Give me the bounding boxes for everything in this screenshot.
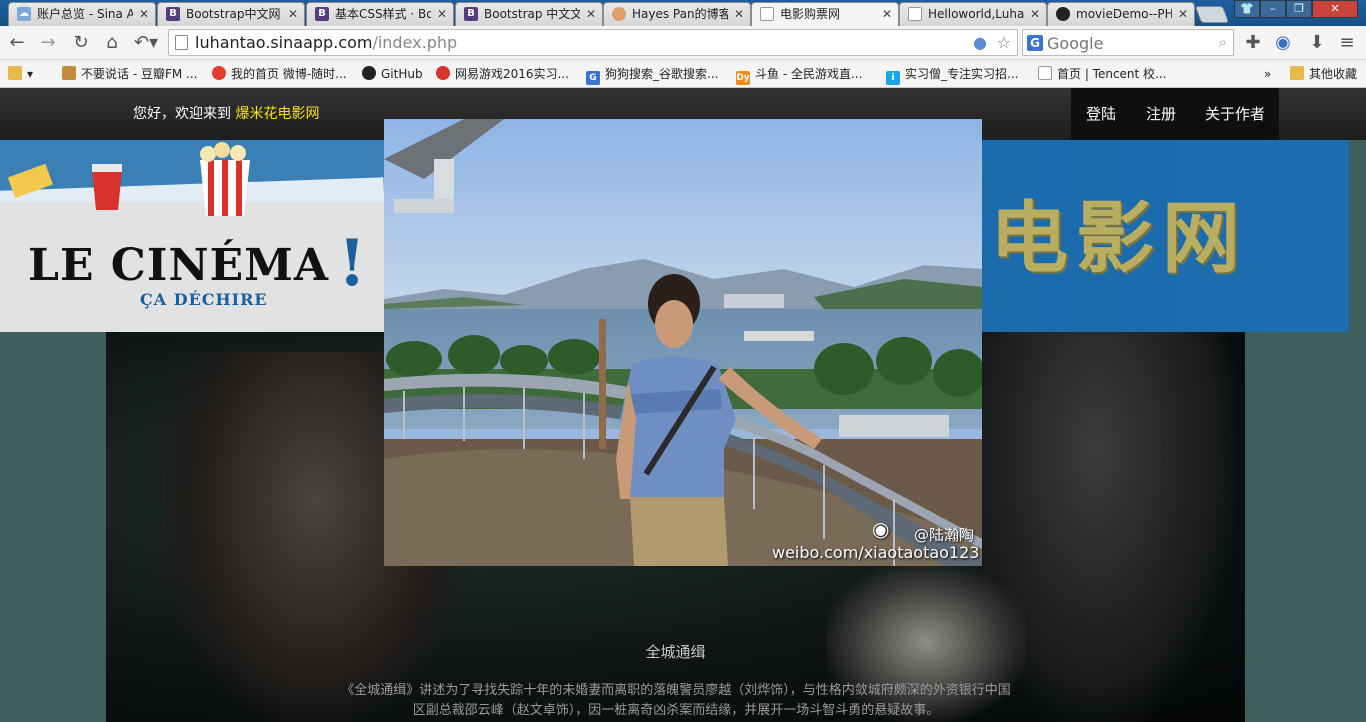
popcorn-illustration <box>7 142 250 216</box>
browser-tab[interactable]: Helloworld,Luha ✕ <box>899 2 1047 26</box>
tab-title: Helloworld,Luha <box>928 7 1024 21</box>
home-icon[interactable]: ⌂ <box>101 32 123 54</box>
back-icon[interactable]: ← <box>6 32 28 54</box>
menu-icon[interactable]: ≡ <box>1336 32 1358 54</box>
close-tab-icon[interactable]: ✕ <box>288 6 298 22</box>
page-icon <box>175 35 188 50</box>
logo-mark: ! <box>338 226 367 301</box>
bookmark-item[interactable]: 首页 | Tencent 校... <box>1038 65 1167 83</box>
github-icon <box>362 66 376 80</box>
other-bookmarks[interactable]: 其他收藏 <box>1290 65 1357 83</box>
douban-icon <box>62 66 76 80</box>
github-favicon <box>1056 7 1070 21</box>
register-button[interactable]: 注册 <box>1131 88 1191 140</box>
banner-chinese-title: 电影网 <box>990 194 1249 284</box>
tab-title: movieDemo--PH <box>1076 7 1172 21</box>
url-text[interactable]: luhantao.sinaapp.com/index.php <box>195 33 457 53</box>
bookmark-item[interactable]: Dy 斗鱼 - 全民游戏直... <box>736 65 862 85</box>
page-favicon <box>908 7 922 21</box>
bookmark-item[interactable]: 不要说话 - 豆瓣FM ... <box>62 65 197 83</box>
browser-tab-active[interactable]: 电影购票网 ✕ <box>751 2 899 27</box>
reload-icon[interactable]: ↻ <box>70 32 92 54</box>
page-favicon <box>760 7 774 21</box>
close-window-icon[interactable]: ✕ <box>1312 0 1358 18</box>
user-icon[interactable]: 👕 <box>1234 0 1260 18</box>
tab-title: 基本CSS样式 · Bo <box>335 7 431 21</box>
search-icon[interactable]: ⌕ <box>1219 33 1227 51</box>
cinema-logo: LE CINÉMA ÇA DÉCHIRE ! <box>0 140 384 332</box>
browser-tab[interactable]: B Bootstrap中文网 ✕ <box>157 2 305 26</box>
more-bookmarks-icon[interactable]: » <box>1264 65 1271 83</box>
bootstrap-favicon: B <box>464 7 478 21</box>
bookmark-item[interactable]: GitHub <box>362 65 423 83</box>
translate-icon[interactable]: ◉ <box>1272 32 1294 54</box>
author-photo <box>384 119 982 566</box>
new-tab-button[interactable] <box>1194 6 1230 23</box>
watermark-url: weibo.com/xiaotaotao123 <box>772 543 980 562</box>
bookmark-item[interactable]: 网易游戏2016实习... <box>436 65 569 83</box>
browser-tab[interactable]: B Bootstrap 中文文 ✕ <box>455 2 603 26</box>
avatar-favicon <box>612 7 626 21</box>
close-tab-icon[interactable]: ✕ <box>437 6 447 22</box>
close-tab-icon[interactable]: ✕ <box>734 6 744 22</box>
shixiseng-icon: i <box>886 71 900 85</box>
undo-icon[interactable]: ↶▾ <box>131 32 161 54</box>
page-content: 您好，欢迎来到 爆米花电影网 登陆 注册 关于作者 LE CINÉMA ÇA D… <box>0 88 1366 722</box>
extension-icon[interactable]: ● <box>973 34 987 52</box>
minimize-icon[interactable]: – <box>1260 0 1286 18</box>
close-tab-icon[interactable]: ✕ <box>586 6 596 22</box>
browser-tab[interactable]: B 基本CSS样式 · Bo ✕ <box>306 2 454 26</box>
author-photo-modal[interactable]: ◉ @陆瀚陶 weibo.com/xiaotaotao123 <box>384 119 982 566</box>
logo-main: LE CINÉMA <box>28 240 329 291</box>
browser-tab[interactable]: Hayes Pan的博客 ✕ <box>603 2 751 26</box>
watermark-name: @陆瀚陶 <box>914 526 975 544</box>
folder-icon <box>1290 66 1304 80</box>
bookmark-folder-icon[interactable]: ▾ <box>8 65 33 83</box>
tab-title: Bootstrap 中文文 <box>484 7 580 21</box>
address-bar[interactable]: luhantao.sinaapp.com/index.php ● ☆ <box>168 29 1018 56</box>
gougou-icon: G <box>586 71 600 85</box>
search-input[interactable] <box>1045 33 1209 54</box>
weibo-watermark-icon: ◉ <box>872 517 890 541</box>
close-tab-icon[interactable]: ✕ <box>1178 6 1188 22</box>
bookmark-item[interactable]: 我的首页 微博-随时... <box>212 65 347 83</box>
bookmark-item[interactable]: i 实习僧_专注实习招... <box>886 65 1018 85</box>
maximize-icon[interactable]: ❐ <box>1286 0 1312 18</box>
puzzle-icon[interactable]: ✚ <box>1242 32 1264 54</box>
browser-tab[interactable]: ☁ 账户总览 - Sina A ✕ <box>8 2 156 26</box>
movie-description: 《全城通缉》讲述为了寻找失踪十年的未婚妻而离职的落魄警员廖越（刘烨饰），与性格内… <box>341 683 1011 718</box>
google-icon: G <box>1027 35 1043 51</box>
bootstrap-favicon: B <box>315 7 329 21</box>
browser-tab[interactable]: movieDemo--PH ✕ <box>1047 2 1195 26</box>
page-icon <box>1038 66 1052 80</box>
tab-title: Bootstrap中文网 <box>186 7 281 21</box>
about-author-button[interactable]: 关于作者 <box>1191 88 1279 140</box>
forward-icon[interactable]: → <box>37 32 59 54</box>
bootstrap-favicon: B <box>166 7 180 21</box>
browser-toolbar: ← → ↻ ⌂ ↶▾ luhantao.sinaapp.com/index.ph… <box>0 26 1366 60</box>
tab-title: Hayes Pan的博客 <box>632 7 728 21</box>
douyu-icon: Dy <box>736 71 750 85</box>
close-tab-icon[interactable]: ✕ <box>1030 6 1040 22</box>
browser-tab-strip: ☁ 账户总览 - Sina A ✕ B Bootstrap中文网 ✕ B 基本C… <box>0 0 1366 27</box>
login-button[interactable]: 登陆 <box>1071 88 1131 140</box>
tab-title: 电影购票网 <box>780 7 841 21</box>
download-icon[interactable]: ⬇ <box>1306 32 1328 54</box>
site-name-link[interactable]: 爆米花电影网 <box>235 106 319 122</box>
close-tab-icon[interactable]: ✕ <box>139 6 149 22</box>
close-tab-icon[interactable]: ✕ <box>882 6 892 22</box>
tab-title: 账户总览 - Sina A <box>37 7 133 21</box>
welcome-text: 您好，欢迎来到 爆米花电影网 <box>133 106 320 122</box>
logo-subtitle: ÇA DÉCHIRE <box>140 290 268 309</box>
netease-icon <box>436 66 450 80</box>
search-box[interactable]: G ⌕ <box>1022 29 1234 56</box>
weibo-icon <box>212 66 226 80</box>
bookmark-star-icon[interactable]: ☆ <box>997 34 1011 52</box>
bookmarks-bar: ▾ 不要说话 - 豆瓣FM ... 我的首页 微博-随时... GitHub 网… <box>0 60 1366 88</box>
movie-title: 全城通缉 <box>645 643 706 661</box>
bookmark-item[interactable]: G 狗狗搜索_谷歌搜索... <box>586 65 718 85</box>
cloud-favicon: ☁ <box>17 7 31 21</box>
